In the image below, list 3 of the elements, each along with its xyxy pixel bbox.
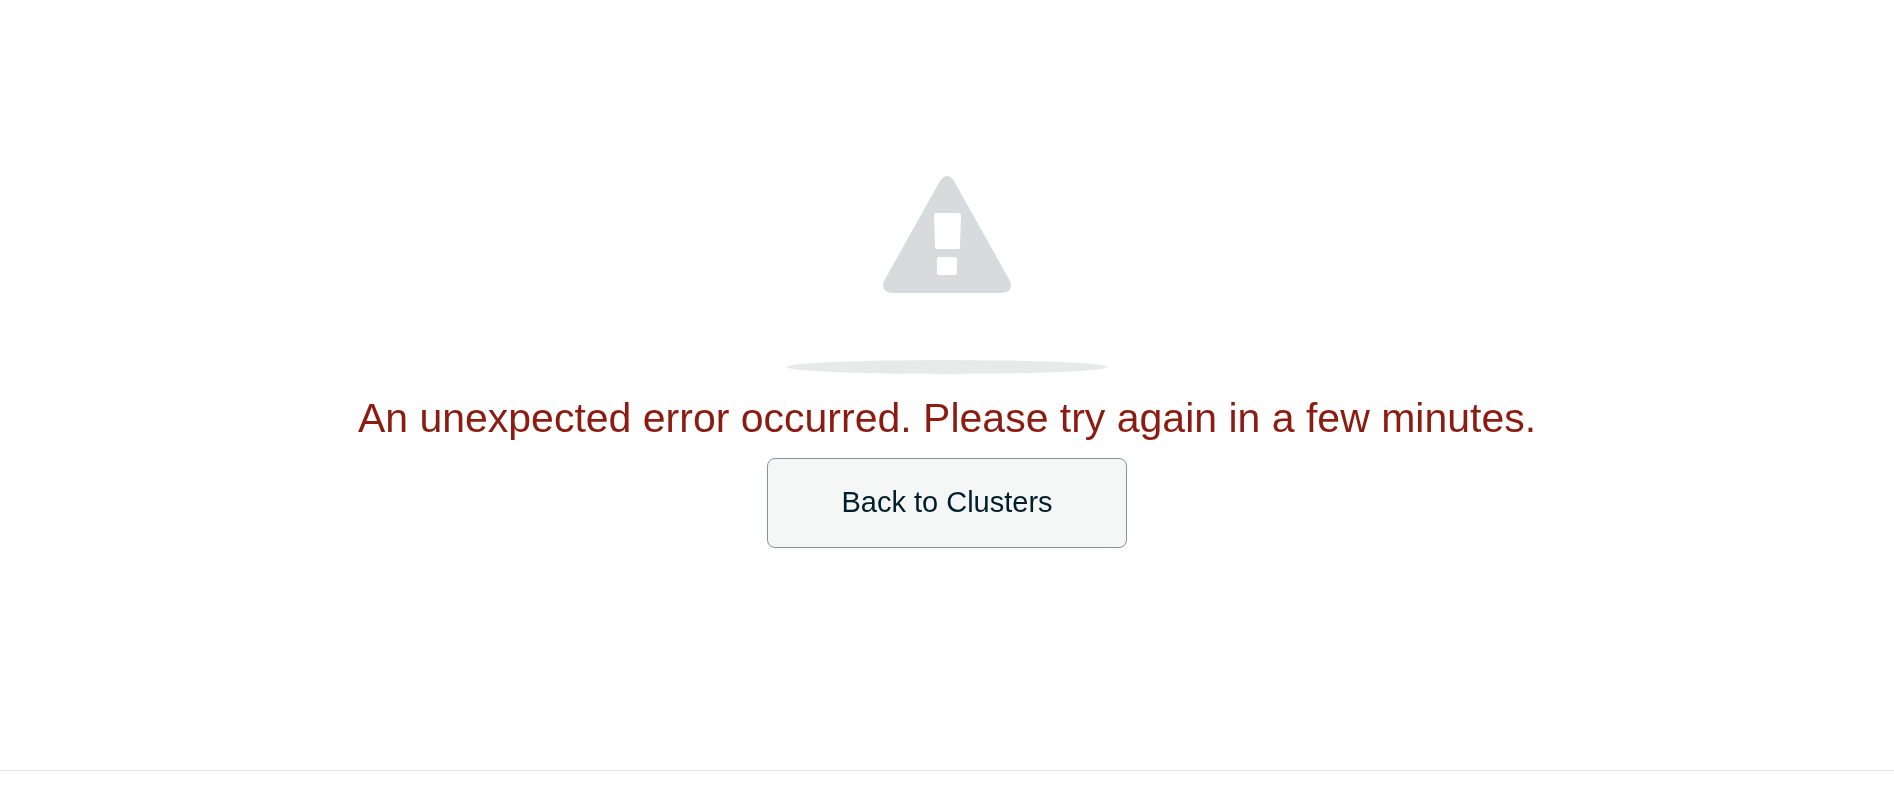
error-message: An unexpected error occurred. Please try again in a few minutes. [357, 394, 1537, 443]
back-to-clusters-button[interactable]: Back to Clusters [767, 458, 1127, 548]
warning-icon [882, 175, 1012, 293]
